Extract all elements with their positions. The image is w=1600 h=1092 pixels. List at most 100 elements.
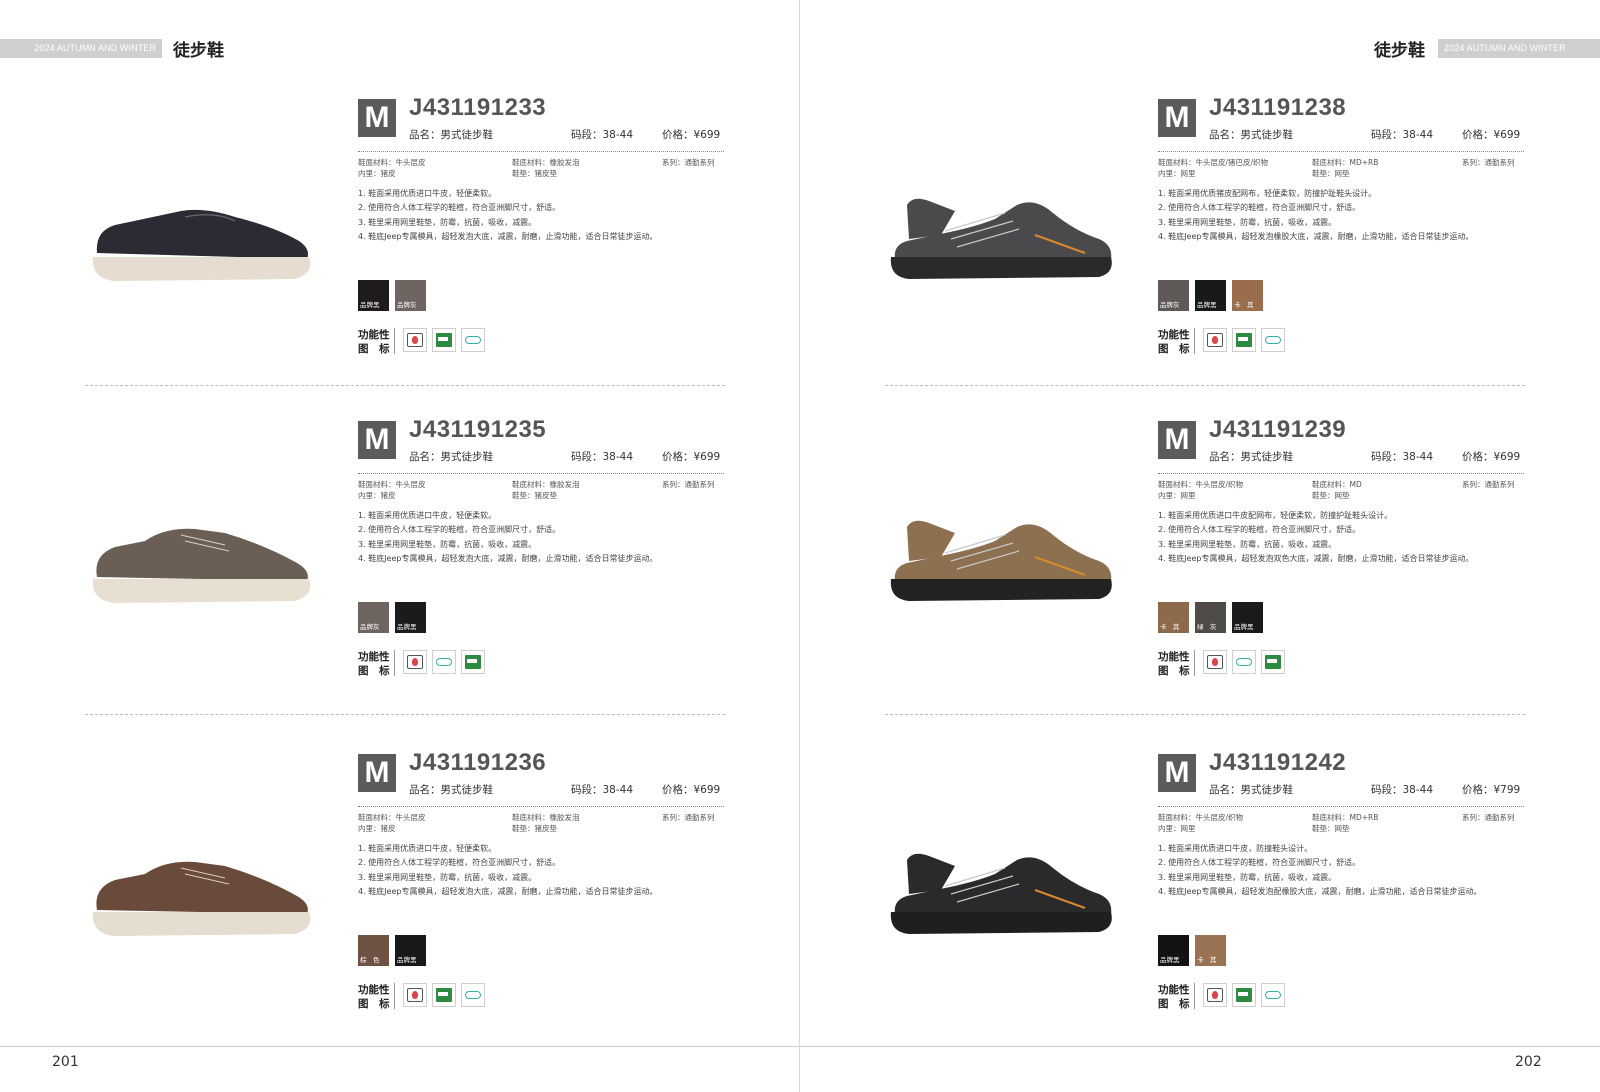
anti-icon (1203, 328, 1227, 352)
gender-badge: M (358, 99, 396, 137)
anti-icon (403, 650, 427, 674)
upper-material: 鞋面材料：牛头层皮/猪巴皮/织物 (1158, 158, 1269, 167)
product-card: M J431191242 品名：男式徒步鞋 码段：38-44 价格：¥799 鞋面材料：牛… (800, 749, 1600, 1054)
size-range: 码段：38-44 (1371, 451, 1434, 463)
feature-item: 1. 鞋面采用优质进口牛皮，轻便柔软。 (358, 189, 497, 198)
color-label: 品牌灰 (360, 623, 380, 631)
color-swatch[interactable]: 品牌黑 (1195, 280, 1226, 311)
aegis-icon (1232, 983, 1256, 1007)
upper-material: 鞋面材料：牛头层皮/织物 (1158, 480, 1244, 489)
size-range: 码段：38-44 (571, 451, 634, 463)
color-label: 品牌黑 (397, 623, 417, 631)
feature-list: 1. 鞋面采用优质进口牛皮，轻便柔软。 2. 使用符合人体工程学的鞋楦，符合亚洲脚… (358, 842, 657, 899)
product-code: J431191235 (409, 416, 547, 443)
lining-material: 内里：网里 (1158, 824, 1196, 833)
season-banner: 2024 AUTUMN AND WINTER (1438, 39, 1600, 58)
feature-item: 4. 鞋底Jeep专属模具，超轻发泡双色大底，减震，耐磨，止滑功能，适合日常徒步… (1158, 553, 1474, 563)
product-code: J431191236 (409, 749, 547, 776)
color-swatch[interactable]: 品牌灰 (395, 280, 426, 311)
sole-material: 鞋底材料：MD+RB (1312, 158, 1379, 167)
color-swatch[interactable]: 品牌黑 (358, 280, 389, 311)
function-divider (1194, 983, 1195, 1009)
insole-material: 鞋垫：网垫 (1312, 491, 1350, 500)
shoe-image (885, 483, 1117, 613)
color-label: 绿 灰 (1197, 623, 1217, 631)
gender-badge: M (1158, 99, 1196, 137)
anti-icon (403, 328, 427, 352)
color-swatch[interactable]: 品牌灰 (1158, 280, 1189, 311)
color-swatch[interactable]: 品牌灰 (358, 602, 389, 633)
color-swatch[interactable]: 品牌黑 (1232, 602, 1263, 633)
light-icon (1261, 983, 1285, 1007)
series: 系列：通勤系列 (662, 480, 715, 489)
season-label: 2024 AUTUMN AND WINTER (1444, 43, 1566, 53)
lining-material: 内里：网里 (1158, 169, 1196, 178)
anti-icon (403, 983, 427, 1007)
upper-material: 鞋面材料：牛头层皮 (358, 480, 426, 489)
category-title: 徒步鞋 (173, 41, 224, 61)
series: 系列：通勤系列 (662, 158, 715, 167)
feature-item: 4. 鞋底Jeep专属模具，超轻发泡大底，减震，耐磨，止滑功能，适合日常徒步运动… (358, 231, 658, 241)
product-code: J431191242 (1209, 749, 1347, 776)
anti-icon (1203, 983, 1227, 1007)
upper-material: 鞋面材料：牛头层皮/织物 (1158, 813, 1244, 822)
feature-item: 3. 鞋里采用网里鞋垫，防霉，抗菌，吸收，减震。 (1158, 539, 1337, 549)
function-label-line: 图 标 (358, 998, 390, 1010)
price: 价格：¥699 (662, 129, 721, 141)
aegis-icon (432, 328, 456, 352)
light-icon (1232, 650, 1256, 674)
shoe-image (85, 483, 317, 613)
color-label: 品牌黑 (397, 956, 417, 964)
color-swatch[interactable]: 品牌黑 (395, 935, 426, 966)
feature-list: 1. 鞋面采用优质进口牛皮配网布，轻便柔软，防撞护趾鞋头设计。 2. 使用符合人体… (1158, 509, 1473, 566)
function-label-line: 图 标 (1158, 665, 1190, 677)
function-icons-label: 功能性图 标 (358, 983, 390, 1011)
color-label: 品牌黑 (1197, 301, 1217, 309)
aegis-icon (1232, 328, 1256, 352)
color-label: 品牌黑 (1234, 623, 1254, 631)
lining-material: 内里：猪皮 (358, 169, 396, 178)
feature-item: 1. 鞋面采用优质猪皮配网布，轻便柔软，防撞护趾鞋头设计。 (1158, 189, 1377, 198)
color-label: 品牌灰 (397, 301, 417, 309)
row-separator (885, 385, 1525, 386)
color-swatch[interactable]: 卡 其 (1195, 935, 1226, 966)
function-label-line: 图 标 (1158, 343, 1190, 355)
product-name: 品名：男式徒步鞋 (409, 129, 493, 141)
color-label: 品牌黑 (1160, 956, 1180, 964)
color-swatch[interactable]: 品牌黑 (395, 602, 426, 633)
feature-item: 2. 使用符合人体工程学的鞋楦，符合亚洲脚尺寸，舒适。 (358, 525, 561, 535)
color-swatch[interactable]: 绿 灰 (1195, 602, 1226, 633)
product-name: 品名：男式徒步鞋 (409, 784, 493, 796)
feature-item: 1. 鞋面采用优质进口牛皮，轻便柔软。 (358, 511, 497, 520)
color-swatch[interactable]: 品牌黑 (1158, 935, 1189, 966)
spec-divider (358, 151, 724, 152)
feature-item: 1. 鞋面采用优质进口牛皮，轻便柔软。 (358, 844, 497, 853)
feature-item: 2. 使用符合人体工程学的鞋楦，符合亚洲脚尺寸，舒适。 (358, 203, 561, 213)
series: 系列：通勤系列 (1462, 480, 1515, 489)
footer-rule (800, 1046, 1600, 1047)
function-icons-label: 功能性图 标 (1158, 983, 1190, 1011)
function-label-line: 功能性 (358, 984, 390, 996)
spec-divider (1158, 806, 1524, 807)
feature-item: 3. 鞋里采用网里鞋垫，防霉，抗菌，吸收，减震。 (1158, 217, 1337, 227)
function-divider (394, 983, 395, 1009)
color-swatch[interactable]: 卡 其 (1158, 602, 1189, 633)
color-swatch[interactable]: 卡 其 (1232, 280, 1263, 311)
function-label-line: 图 标 (358, 665, 390, 677)
sole-material: 鞋底材料：橡胶发泡 (512, 480, 580, 489)
series: 系列：通勤系列 (1462, 813, 1515, 822)
function-label-line: 图 标 (358, 343, 390, 355)
size-range: 码段：38-44 (571, 129, 634, 141)
color-swatch[interactable]: 棕 色 (358, 935, 389, 966)
lining-material: 内里：猪皮 (358, 824, 396, 833)
product-card: M J431191239 品名：男式徒步鞋 码段：38-44 价格：¥699 鞋面材料：牛… (800, 416, 1600, 721)
feature-item: 1. 鞋面采用优质进口牛皮配网布，轻便柔软，防撞护趾鞋头设计。 (1158, 511, 1393, 520)
feature-item: 2. 使用符合人体工程学的鞋楦，符合亚洲脚尺寸，舒适。 (1158, 858, 1361, 868)
sole-material: 鞋底材料：橡胶发泡 (512, 813, 580, 822)
page-left: 2024 AUTUMN AND WINTER 徒步鞋 M J431191233 品名… (0, 0, 800, 1092)
size-range: 码段：38-44 (571, 784, 634, 796)
insole-material: 鞋垫：猪皮垫 (512, 824, 557, 833)
anti-icon (1203, 650, 1227, 674)
spec-divider (358, 473, 724, 474)
gender-badge: M (358, 754, 396, 792)
